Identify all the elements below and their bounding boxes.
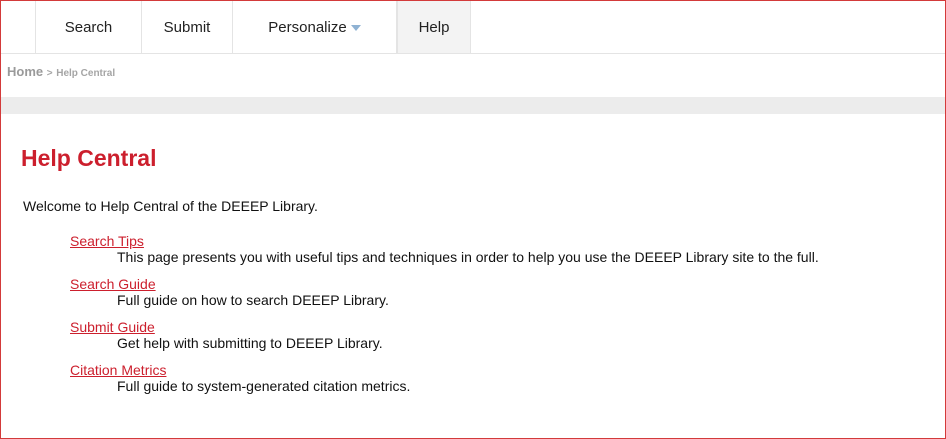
search-guide-description: Full guide on how to search DEEEP Librar…	[117, 292, 389, 308]
tab-personalize[interactable]: Personalize	[233, 1, 397, 53]
breadcrumb-separator: >	[46, 68, 53, 79]
tab-personalize-label: Personalize	[268, 18, 347, 36]
citation-metrics-link[interactable]: Citation Metrics	[70, 362, 819, 378]
intro-text: Welcome to Help Central of the DEEEP Lib…	[23, 198, 318, 214]
submit-guide-link[interactable]: Submit Guide	[70, 319, 819, 335]
top-navigation: Search Submit Personalize Help	[1, 1, 945, 54]
search-tips-description: This page presents you with useful tips …	[117, 249, 819, 265]
chevron-down-icon	[350, 25, 361, 31]
help-topics-list: Search Tips This page presents you with …	[70, 233, 819, 405]
tab-search[interactable]: Search	[35, 1, 142, 53]
search-guide-link[interactable]: Search Guide	[70, 276, 819, 292]
list-item: Search Tips This page presents you with …	[70, 233, 819, 266]
breadcrumb-home-link[interactable]: Home	[7, 64, 43, 79]
list-item: Search Guide Full guide on how to search…	[70, 276, 819, 309]
tab-submit[interactable]: Submit	[142, 1, 233, 53]
divider-bar	[1, 97, 945, 114]
search-tips-link[interactable]: Search Tips	[70, 233, 819, 249]
page-title: Help Central	[21, 145, 157, 171]
tab-search-label: Search	[64, 18, 113, 36]
tab-help-label: Help	[418, 18, 450, 36]
list-item: Citation Metrics Full guide to system-ge…	[70, 362, 819, 395]
list-item: Submit Guide Get help with submitting to…	[70, 319, 819, 352]
page-frame: Search Submit Personalize Help Home > He…	[0, 0, 946, 439]
breadcrumb-current: Help Central	[56, 68, 116, 79]
citation-metrics-description: Full guide to system-generated citation …	[117, 378, 411, 394]
tab-help[interactable]: Help	[397, 1, 471, 53]
submit-guide-description: Get help with submitting to DEEEP Librar…	[117, 335, 383, 351]
tab-submit-label: Submit	[163, 18, 211, 36]
breadcrumb: Home > Help Central	[7, 64, 115, 79]
